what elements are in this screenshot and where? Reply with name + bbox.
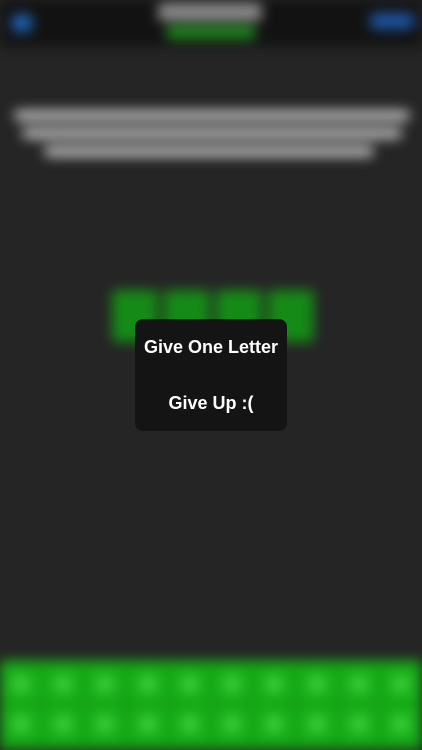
letter-key[interactable]: [4, 708, 38, 740]
letter-key[interactable]: [172, 668, 207, 700]
give-up-button[interactable]: Give Up :(: [135, 381, 287, 425]
letter-key[interactable]: [215, 668, 250, 700]
letter-key[interactable]: [88, 668, 123, 700]
letter-key[interactable]: [299, 668, 334, 700]
letter-key[interactable]: [257, 708, 292, 740]
letter-key[interactable]: [46, 708, 81, 740]
letter-keyboard: [0, 660, 422, 750]
letter-key[interactable]: [215, 708, 250, 740]
give-one-letter-button[interactable]: Give One Letter: [135, 325, 287, 369]
nav-right-button-blurred[interactable]: [370, 13, 414, 29]
letter-key[interactable]: [341, 668, 376, 700]
letter-key[interactable]: [130, 708, 165, 740]
letter-key[interactable]: [88, 708, 123, 740]
hint-menu-popup: Give One Letter Give Up :(: [135, 319, 287, 431]
nav-subtitle-blurred: [166, 26, 256, 39]
letter-key[interactable]: [383, 668, 418, 700]
keyboard-row: [4, 668, 418, 700]
letter-key[interactable]: [130, 668, 165, 700]
letter-key[interactable]: [4, 668, 38, 700]
letter-key[interactable]: [172, 708, 207, 740]
navigation-bar: [0, 0, 422, 46]
letter-key[interactable]: [257, 668, 292, 700]
keyboard-row: [4, 708, 418, 740]
game-screen: Give One Letter Give Up :(: [0, 0, 422, 750]
letter-key[interactable]: [299, 708, 334, 740]
letter-key[interactable]: [383, 708, 418, 740]
nav-title-blurred: [158, 3, 262, 21]
chevron-left-icon[interactable]: [12, 14, 32, 32]
letter-key[interactable]: [46, 668, 81, 700]
letter-key[interactable]: [341, 708, 376, 740]
